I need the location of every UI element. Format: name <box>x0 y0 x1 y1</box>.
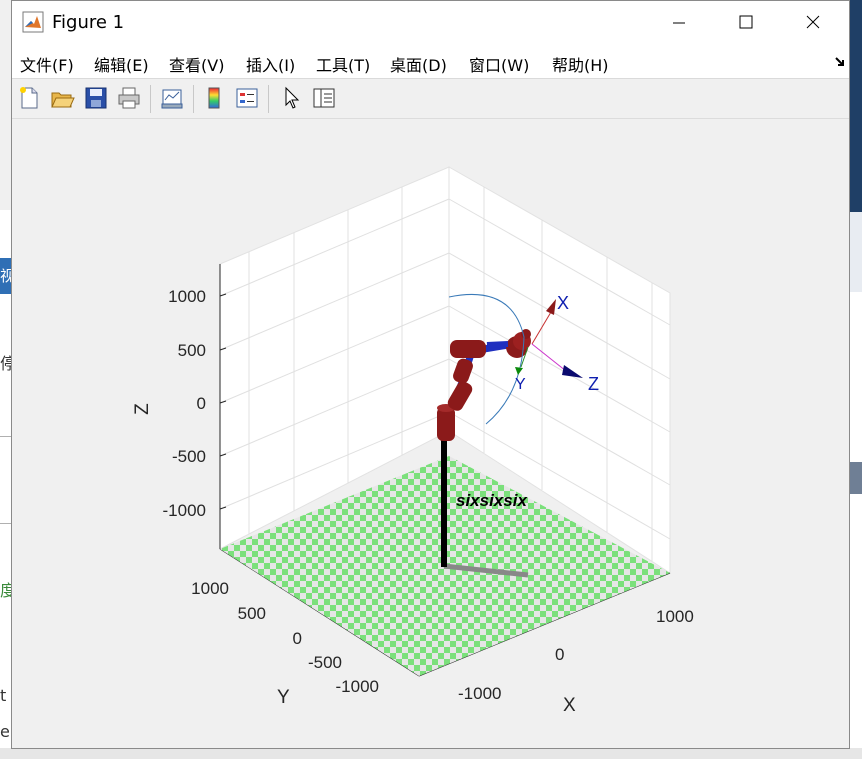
property-inspector-icon[interactable] <box>311 85 337 111</box>
frame-y-label: Y <box>515 376 526 393</box>
new-figure-icon[interactable] <box>16 85 42 111</box>
svg-text:0: 0 <box>197 394 206 413</box>
svg-text:1000: 1000 <box>656 607 694 626</box>
menu-window[interactable]: 窗口(W) <box>469 52 529 76</box>
frame-z-label: Z <box>588 374 599 394</box>
robot-name-label: sixsixsix <box>456 491 528 510</box>
insert-legend-icon[interactable] <box>234 85 260 111</box>
svg-text:-500: -500 <box>308 653 342 672</box>
svg-text:1000: 1000 <box>168 287 206 306</box>
svg-text:-1000: -1000 <box>163 501 206 520</box>
menu-tools[interactable]: 工具(T) <box>316 52 370 76</box>
toolbar-separator <box>150 85 151 113</box>
svg-text:500: 500 <box>178 341 206 360</box>
y-axis-label: Y <box>277 687 290 708</box>
menu-edit[interactable]: 编辑(E) <box>94 52 149 76</box>
edit-plot-icon[interactable] <box>278 85 304 111</box>
background-right-bar <box>850 462 862 494</box>
background-text-4: t <box>0 686 7 705</box>
close-button[interactable] <box>790 1 836 45</box>
menu-insert[interactable]: 插入(I) <box>246 52 295 76</box>
save-icon[interactable] <box>83 85 109 111</box>
svg-text:0: 0 <box>555 645 564 664</box>
svg-text:-1000: -1000 <box>458 684 501 703</box>
matlab-icon <box>22 11 44 33</box>
z-tick-labels: 1000 500 0 -500 -1000 <box>163 287 206 520</box>
menu-desktop[interactable]: 桌面(D) <box>390 52 447 76</box>
title-bar[interactable]: Figure 1 <box>12 1 849 45</box>
menu-view[interactable]: 查看(V) <box>169 52 224 76</box>
frame-x-label: X <box>557 293 569 313</box>
link-plot-icon[interactable] <box>159 85 185 111</box>
axes-3d[interactable]: X Z Y sixsixsix 1000 500 0 -500 -1000 10… <box>12 119 849 748</box>
background-right-panel <box>850 212 862 292</box>
svg-text:-1000: -1000 <box>336 677 379 696</box>
svg-text:500: 500 <box>238 604 266 623</box>
window-title: Figure 1 <box>52 12 125 33</box>
minimize-button[interactable] <box>656 1 702 45</box>
svg-text:-500: -500 <box>172 447 206 466</box>
menu-file[interactable]: 文件(F) <box>20 52 74 76</box>
background-bottom <box>0 748 862 759</box>
dock-arrow-icon[interactable] <box>834 55 848 69</box>
menu-bar: 文件(F) 编辑(E) 查看(V) 插入(I) 工具(T) 桌面(D) 窗口(W… <box>12 45 849 79</box>
background-right-edge <box>850 0 862 212</box>
z-axis-label: Z <box>132 403 153 415</box>
toolbar <box>12 79 849 119</box>
figure-window: Figure 1 文件(F) 编辑(E) 查看(V) 插入(I) 工具(T) 桌… <box>11 0 850 749</box>
svg-text:0: 0 <box>293 629 302 648</box>
x-axis-label: X <box>563 695 576 716</box>
toolbar-separator <box>268 85 269 113</box>
insert-colorbar-icon[interactable] <box>201 85 227 111</box>
menu-help[interactable]: 帮助(H) <box>552 52 609 76</box>
background-text-5: e <box>0 722 10 741</box>
plot-area[interactable]: X Z Y sixsixsix 1000 500 0 -500 -1000 10… <box>12 119 849 748</box>
svg-text:1000: 1000 <box>191 579 229 598</box>
maximize-button[interactable] <box>723 1 769 45</box>
print-icon[interactable] <box>116 85 142 111</box>
toolbar-separator <box>193 85 194 113</box>
open-file-icon[interactable] <box>49 85 75 111</box>
